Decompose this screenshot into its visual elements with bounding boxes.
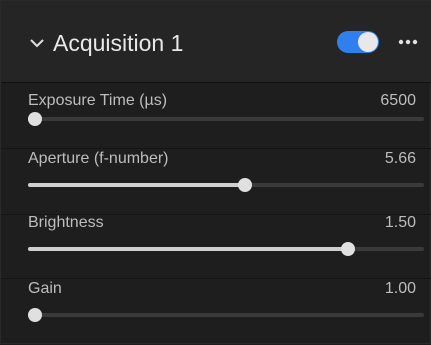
param-label: Exposure Time (µs) xyxy=(28,92,168,109)
param-value: 1.00 xyxy=(384,280,416,297)
param-row-brightness: Brightness 1.50 xyxy=(1,213,431,279)
slider-fill xyxy=(28,183,246,187)
slider-thumb[interactable] xyxy=(238,178,253,192)
param-label: Aperture (f-number) xyxy=(28,150,169,167)
param-row-aperture: Aperture (f-number) 5.66 xyxy=(1,149,431,215)
brightness-slider[interactable] xyxy=(28,242,424,256)
more-horizontal-icon[interactable] xyxy=(398,37,418,47)
panel-header[interactable]: Acquisition 1 xyxy=(1,1,431,83)
slider-thumb[interactable] xyxy=(341,242,356,256)
exposure-time-slider[interactable] xyxy=(28,112,424,126)
slider-thumb[interactable] xyxy=(28,112,42,126)
aperture-slider[interactable] xyxy=(28,178,424,192)
enable-toggle[interactable] xyxy=(337,31,379,53)
param-row-exposure-time: Exposure Time (µs) 6500 xyxy=(1,83,431,149)
toggle-knob xyxy=(358,32,378,52)
gain-slider[interactable] xyxy=(28,308,424,322)
slider-thumb[interactable] xyxy=(28,308,42,322)
acquisition-panel: Acquisition 1 Exposure Time (µs) 6500 Ap… xyxy=(0,0,431,344)
panel-title: Acquisition 1 xyxy=(53,30,184,56)
param-value: 1.50 xyxy=(384,214,416,231)
slider-fill xyxy=(28,247,349,251)
param-value: 6500 xyxy=(380,92,416,109)
param-row-gain: Gain 1.00 xyxy=(1,279,431,345)
chevron-down-icon[interactable] xyxy=(29,37,45,49)
param-label: Gain xyxy=(28,280,62,297)
param-value: 5.66 xyxy=(384,150,416,167)
param-label: Brightness xyxy=(28,214,104,231)
